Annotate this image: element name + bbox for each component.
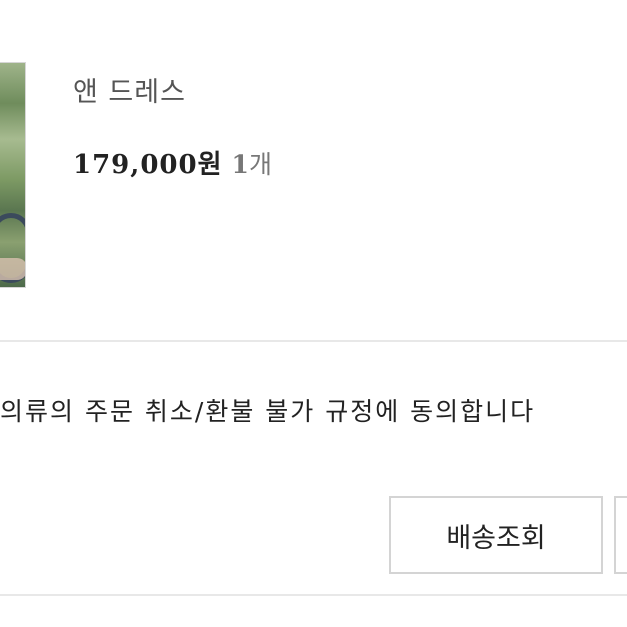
product-quantity: 1개	[232, 145, 272, 181]
price-row: 179,000 원 1개	[73, 144, 272, 181]
section-divider	[0, 594, 627, 596]
product-name[interactable]: 앤 드레스	[73, 70, 186, 109]
track-delivery-button[interactable]: 배송조회	[389, 496, 603, 574]
quantity-unit: 개	[248, 150, 272, 179]
quantity-number: 1	[231, 150, 249, 179]
section-divider	[0, 340, 627, 342]
product-thumbnail[interactable]	[0, 62, 26, 288]
product-price: 179,000	[73, 150, 198, 180]
next-action-button[interactable]	[614, 496, 627, 574]
order-item-page: 앤 드레스 179,000 원 1개 의류의 주문 취소/환불 불가 규정에 동…	[0, 0, 627, 627]
thumbnail-detail	[0, 258, 25, 280]
price-unit: 원	[197, 150, 222, 180]
refund-policy-agreement[interactable]: 의류의 주문 취소/환불 불가 규정에 동의합니다	[0, 392, 535, 428]
